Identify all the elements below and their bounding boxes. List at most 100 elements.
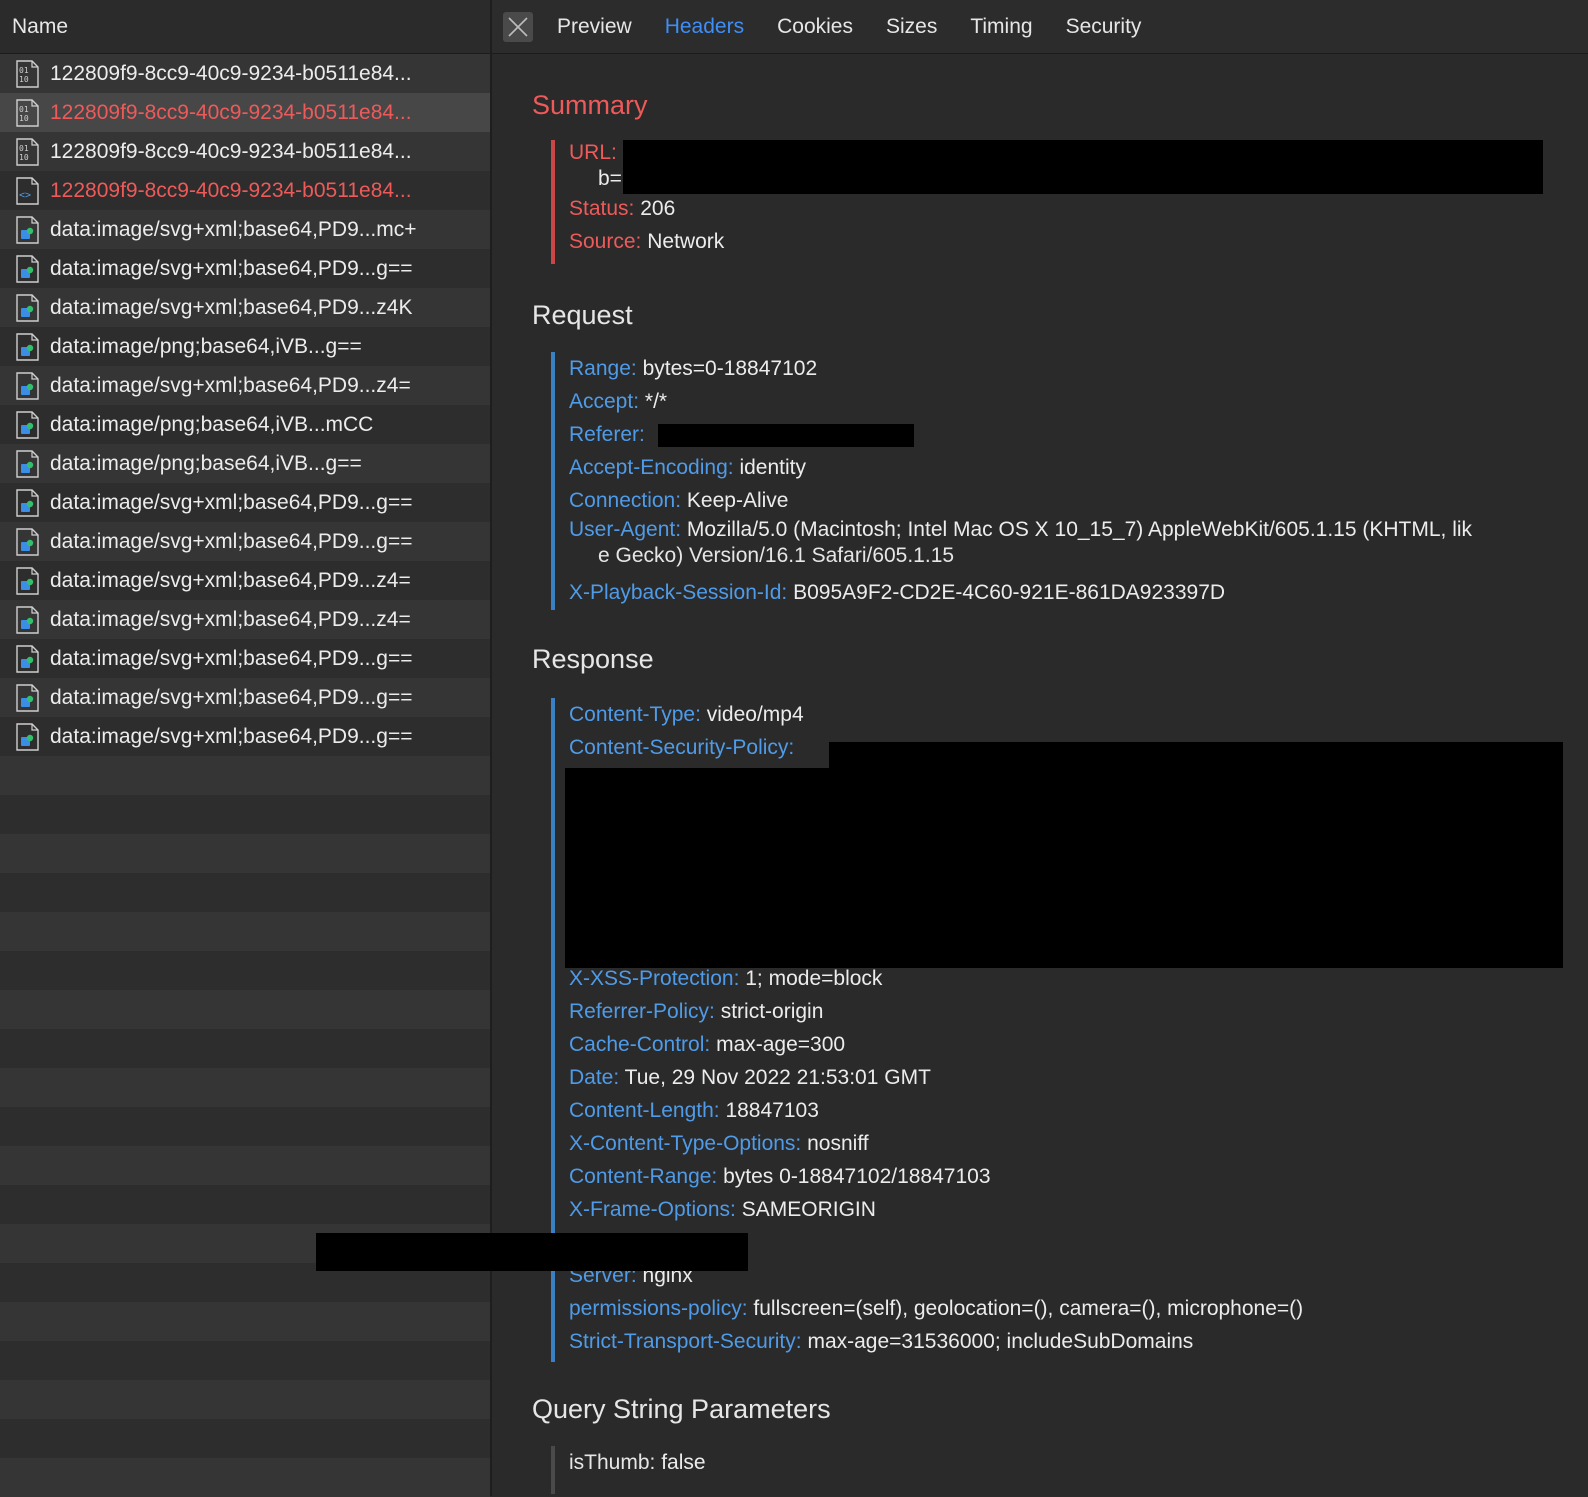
tab-timing[interactable]: Timing (970, 15, 1032, 39)
tab-cookies[interactable]: Cookies (777, 15, 853, 39)
request-name: data:image/svg+xml;base64,PD9...z4K (50, 295, 413, 319)
column-header-name[interactable]: Name (0, 0, 490, 54)
request-name: data:image/svg+xml;base64,PD9...g== (50, 724, 413, 748)
header-value[interactable]: identity (739, 456, 806, 479)
header-value[interactable]: Tue, 29 Nov 2022 21:53:01 GMT (625, 1066, 931, 1089)
status-key: Status: (569, 197, 635, 220)
request-row[interactable]: data:image/svg+xml;base64,PD9...g== (0, 717, 490, 756)
source-key: Source: (569, 230, 642, 253)
header-row: Strict-Transport-Security: max-age=31536… (569, 1325, 1568, 1358)
header-value[interactable]: bytes=0-18847102 (643, 357, 818, 380)
empty-row (0, 1107, 490, 1146)
header-value[interactable]: bytes 0-18847102/18847103 (723, 1165, 990, 1188)
header-value[interactable]: B095A9F2-CD2E-4C60-921E-861DA923397D (793, 581, 1225, 604)
header-value[interactable]: */* (645, 390, 667, 413)
image-file-icon (16, 410, 39, 439)
request-row[interactable]: data:image/svg+xml;base64,PD9...z4= (0, 561, 490, 600)
headers-content: Summary URL: b= Status: 206 Source: Netw… (492, 54, 1588, 1496)
request-name: data:image/png;base64,iVB...g== (50, 334, 362, 358)
request-row[interactable]: data:image/svg+xml;base64,PD9...g== (0, 678, 490, 717)
request-row[interactable]: data:image/svg+xml;base64,PD9...z4= (0, 600, 490, 639)
image-file-icon (16, 722, 39, 751)
header-value[interactable]: Mozilla/5.0 (Macintosh; Intel Mac OS X 1… (687, 518, 1472, 541)
response-header-rows: X-XSS-Protection: 1; mode=block Referrer-… (569, 962, 1568, 1358)
empty-row (0, 1341, 490, 1380)
header-row: Range: bytes=0-18847102 (569, 352, 1568, 385)
request-name: data:image/png;base64,iVB...mCC (50, 412, 374, 436)
header-value[interactable]: max-age=31536000; includeSubDomains (807, 1330, 1193, 1353)
header-row: Referrer-Policy: strict-origin (569, 995, 1568, 1028)
request-row[interactable]: 01 10 122809f9-8cc9-40c9-9234-b0511e84... (0, 132, 490, 171)
request-name: data:image/png;base64,iVB...g== (50, 451, 362, 475)
header-row: Date: Tue, 29 Nov 2022 21:53:01 GMT (569, 1061, 1568, 1094)
request-row[interactable]: data:image/png;base64,iVB...g== (0, 327, 490, 366)
image-file-icon (16, 527, 39, 556)
tab-preview[interactable]: Preview (557, 15, 632, 39)
image-file-icon (16, 449, 39, 478)
header-row: isThumb: false (569, 1446, 1568, 1479)
header-key: X-XSS-Protection: (569, 967, 740, 990)
header-value[interactable]: 1; mode=block (745, 967, 882, 990)
image-file-icon (16, 683, 39, 712)
request-row[interactable]: data:image/svg+xml;base64,PD9...mc+ (0, 210, 490, 249)
image-file-icon (16, 371, 39, 400)
request-row[interactable]: data:image/svg+xml;base64,PD9...g== (0, 249, 490, 288)
header-value[interactable]: 18847103 (725, 1099, 818, 1122)
tab-headers[interactable]: Headers (665, 15, 744, 39)
header-value[interactable]: strict-origin (721, 1000, 824, 1023)
header-key: Content-Range: (569, 1165, 718, 1188)
header-key: Content-Length: (569, 1099, 720, 1122)
empty-row (0, 756, 490, 795)
header-key: Accept-Encoding: (569, 456, 734, 479)
empty-row (0, 990, 490, 1029)
image-file-icon (16, 215, 39, 244)
request-row[interactable]: data:image/svg+xml;base64,PD9...z4= (0, 366, 490, 405)
request-name: data:image/svg+xml;base64,PD9...z4= (50, 373, 411, 397)
source-value[interactable]: Network (647, 230, 724, 253)
tab-sizes[interactable]: Sizes (886, 15, 937, 39)
query-params-block: isThumb: false (551, 1446, 1568, 1494)
empty-row (0, 1029, 490, 1068)
tab-list: Preview Headers Cookies Sizes Timing Security (557, 15, 1174, 39)
empty-row (0, 1419, 490, 1458)
request-row[interactable]: data:image/svg+xml;base64,PD9...g== (0, 522, 490, 561)
request-row[interactable]: 01 10 122809f9-8cc9-40c9-9234-b0511e84... (0, 54, 490, 93)
request-row[interactable]: <> 122809f9-8cc9-40c9-9234-b0511e84... (0, 171, 490, 210)
request-name: data:image/svg+xml;base64,PD9...g== (50, 529, 413, 553)
header-key: permissions-policy: (569, 1297, 748, 1320)
header-value[interactable]: fullscreen=(self), geolocation=(), camer… (753, 1297, 1303, 1320)
header-value[interactable]: false (661, 1451, 705, 1474)
request-row[interactable]: data:image/svg+xml;base64,PD9...g== (0, 483, 490, 522)
header-value[interactable]: SAMEORIGIN (742, 1198, 876, 1221)
content-type-value[interactable]: video/mp4 (707, 703, 804, 726)
close-details-button[interactable] (503, 11, 533, 42)
url-continuation: b= (598, 167, 622, 190)
header-row: X-Playback-Session-Id: B095A9F2-CD2E-4C6… (569, 576, 1568, 609)
header-row: Content-Length: 18847103 (569, 1094, 1568, 1127)
tab-security[interactable]: Security (1066, 15, 1142, 39)
header-value[interactable]: Keep-Alive (687, 489, 789, 512)
header-key: Cache-Control: (569, 1033, 711, 1056)
header-value[interactable]: max-age=300 (716, 1033, 845, 1056)
request-row[interactable]: 01 10 122809f9-8cc9-40c9-9234-b0511e84... (0, 93, 490, 132)
header-key: X-Frame-Options: (569, 1198, 736, 1221)
status-value[interactable]: 206 (640, 197, 675, 220)
request-row[interactable]: data:image/png;base64,iVB...g== (0, 444, 490, 483)
header-key: Range: (569, 357, 637, 380)
header-key: Connection: (569, 489, 682, 512)
svg-text:10: 10 (19, 153, 29, 162)
empty-row (0, 1185, 490, 1224)
csp-redaction-top (829, 742, 1563, 768)
header-value[interactable]: nosniff (807, 1132, 869, 1155)
request-name: 122809f9-8cc9-40c9-9234-b0511e84... (50, 100, 412, 124)
request-row[interactable]: data:image/svg+xml;base64,PD9...z4K (0, 288, 490, 327)
header-key: isThumb: (569, 1451, 656, 1474)
request-row[interactable]: data:image/svg+xml;base64,PD9...g== (0, 639, 490, 678)
image-file-icon (16, 293, 39, 322)
header-key: X-Playback-Session-Id: (569, 581, 788, 604)
header-key: Date: (569, 1066, 620, 1089)
header-row: permissions-policy: fullscreen=(self), g… (569, 1292, 1568, 1325)
close-icon (508, 16, 528, 37)
request-row[interactable]: data:image/png;base64,iVB...mCC (0, 405, 490, 444)
svg-text:10: 10 (19, 75, 29, 84)
